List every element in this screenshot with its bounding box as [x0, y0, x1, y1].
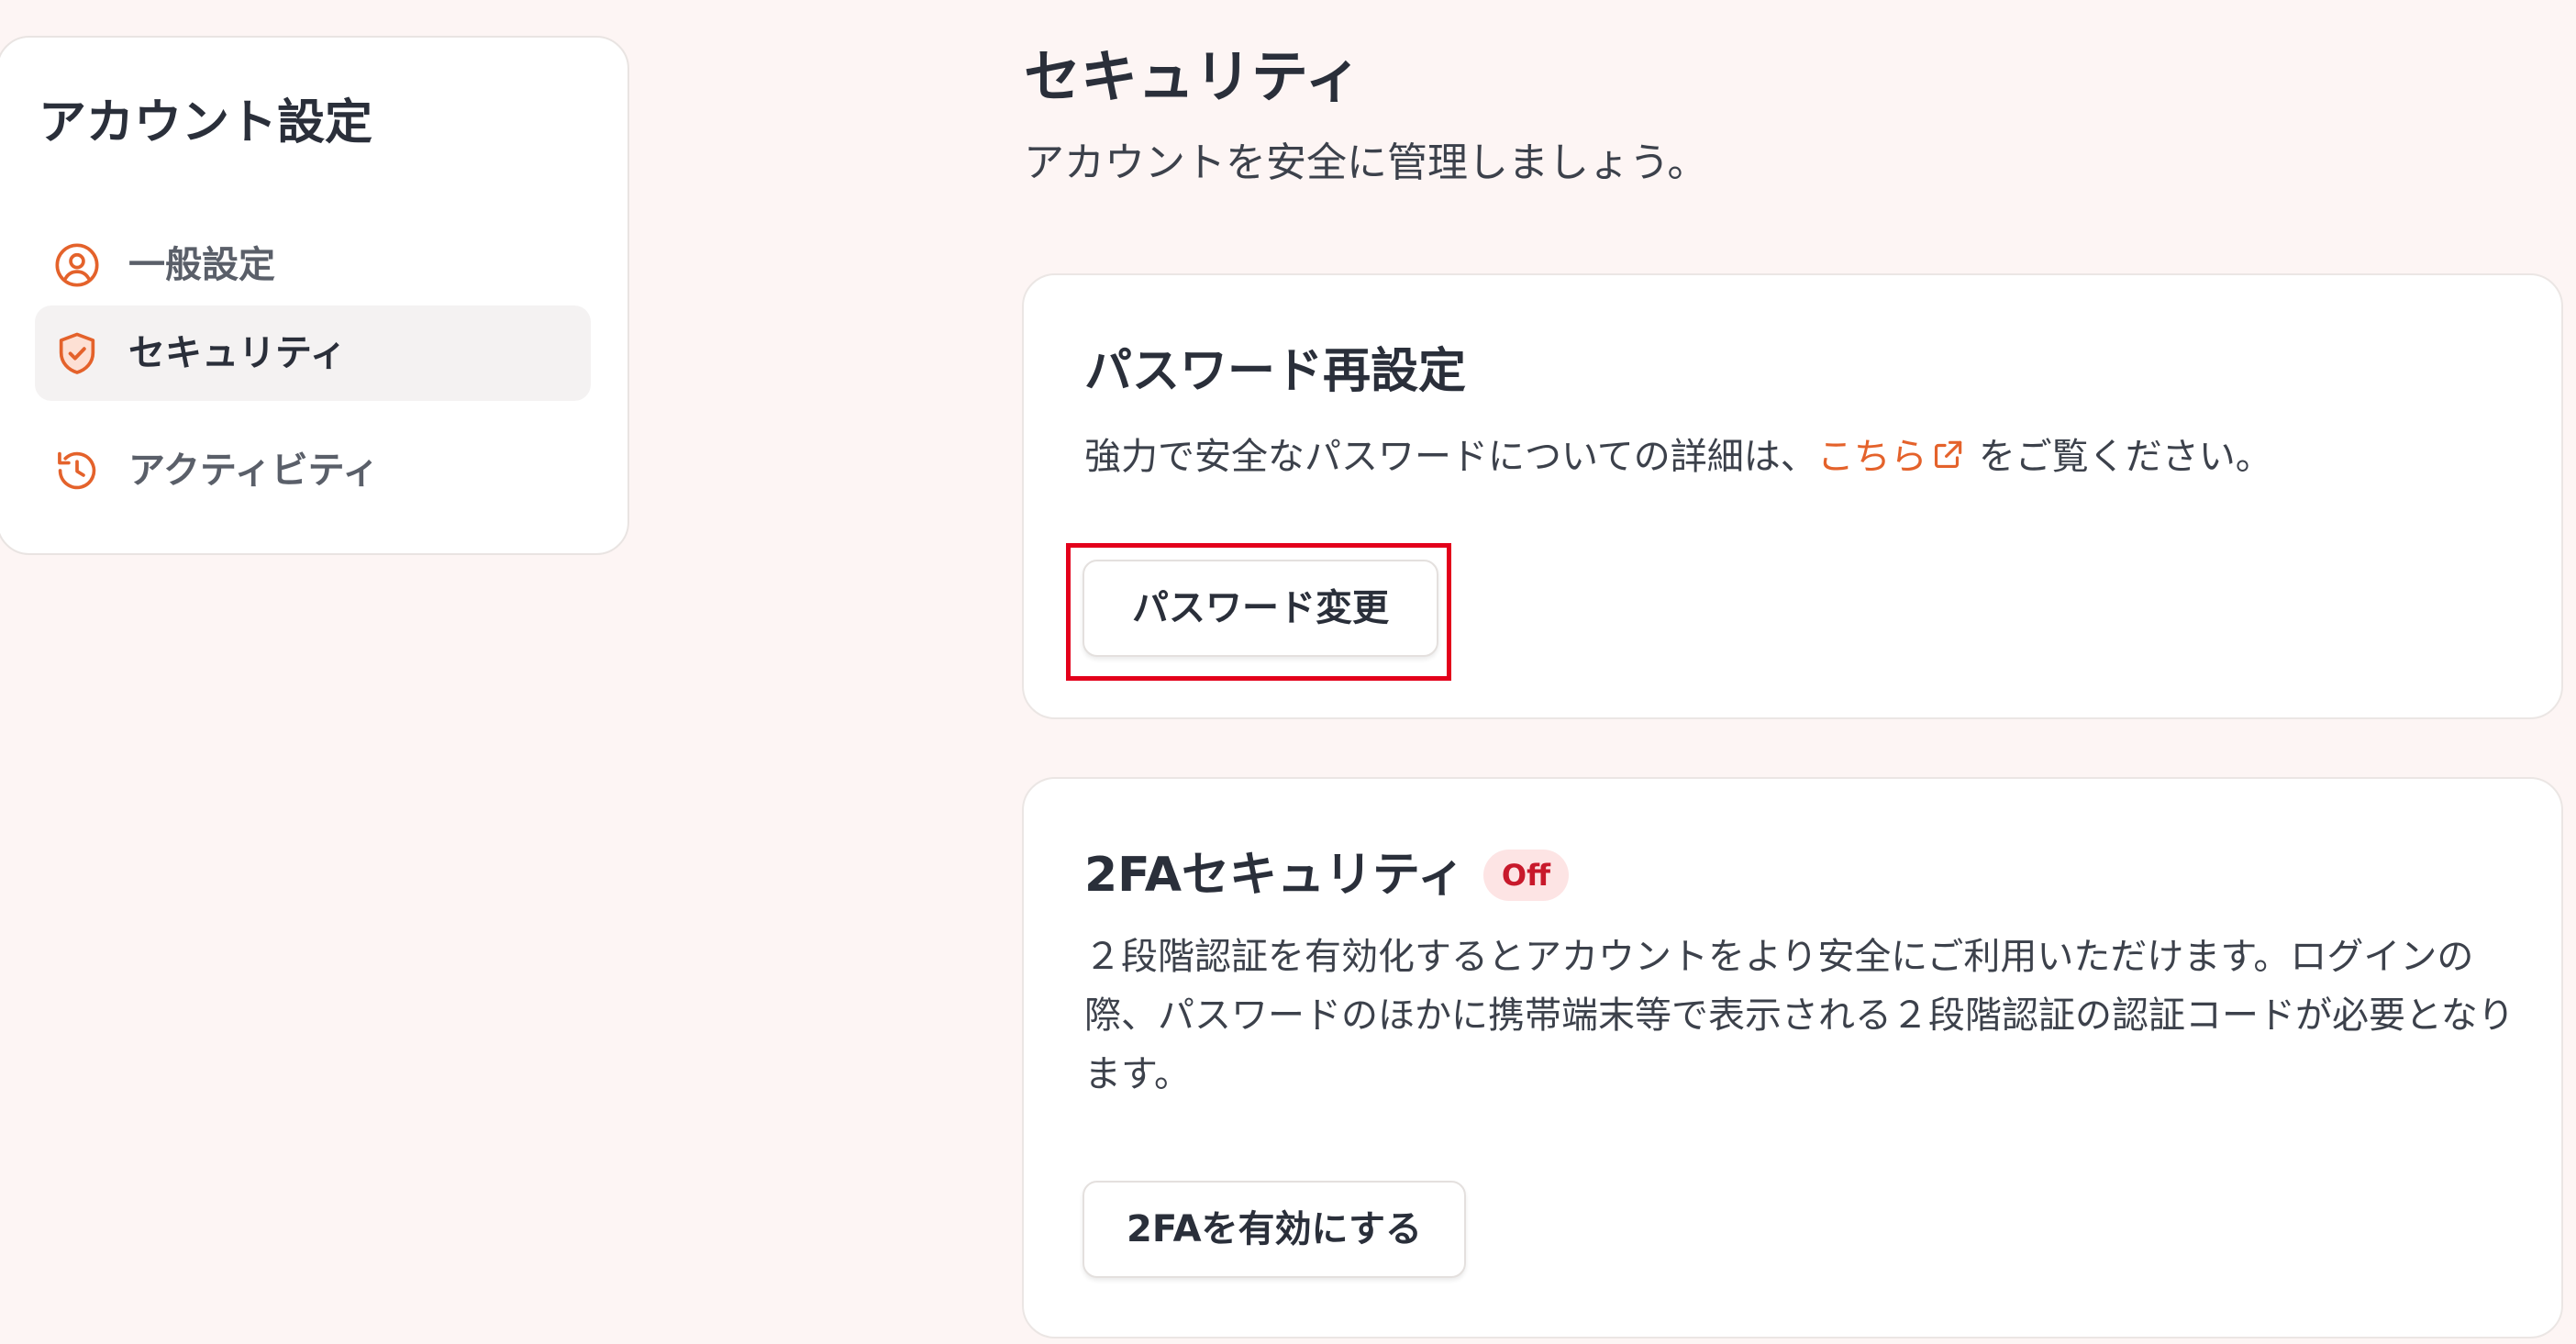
password-reset-title: パスワード再設定 [1084, 344, 1467, 399]
sidebar-item-label: アクティビティ [128, 450, 380, 492]
sidebar-item-label: セキュリティ [128, 332, 347, 374]
history-icon [53, 447, 101, 494]
shield-check-icon [53, 329, 101, 377]
page-subtitle: アカウントを安全に管理しましょう。 [1024, 139, 1708, 186]
password-info-link[interactable]: こちら [1817, 436, 1927, 478]
external-link-icon[interactable] [1931, 437, 1966, 472]
password-reset-description: 強力で安全なパスワードについての詳細は、こちら をご覧ください。 [1084, 428, 2272, 486]
description-text: をご覧ください。 [1978, 436, 2272, 478]
sidebar-item-activity[interactable]: アクティビティ [35, 423, 591, 518]
two-factor-description: ２段階認証を有効化するとアカウントをより安全にご利用いただけます。ログインの際、… [1084, 936, 2515, 1095]
description-text: 強力で安全なパスワードについての詳細は、 [1084, 436, 1817, 478]
sidebar-item-security[interactable]: セキュリティ [35, 305, 591, 401]
account-settings-sidebar: アカウント設定 一般設定 セキュリティ アクティビティ [0, 36, 629, 555]
user-circle-icon [53, 241, 101, 289]
status-badge: Off [1482, 850, 1569, 901]
sidebar-item-label: 一般設定 [128, 244, 275, 286]
page-title: セキュリティ [1024, 43, 1362, 110]
two-factor-title: 2FAセキュリティ Off [1084, 843, 1569, 907]
two-factor-card: 2FAセキュリティ Off ２段階認証を有効化するとアカウントをより安全にご利用い… [1022, 777, 2563, 1338]
two-factor-title-text: 2FAセキュリティ [1084, 848, 1465, 903]
highlight-box [1066, 543, 1451, 681]
sidebar-title: アカウント設定 [39, 95, 373, 150]
enable-2fa-button[interactable]: 2FAを有効にする [1083, 1181, 1466, 1278]
sidebar-item-general[interactable]: 一般設定 [35, 217, 591, 313]
